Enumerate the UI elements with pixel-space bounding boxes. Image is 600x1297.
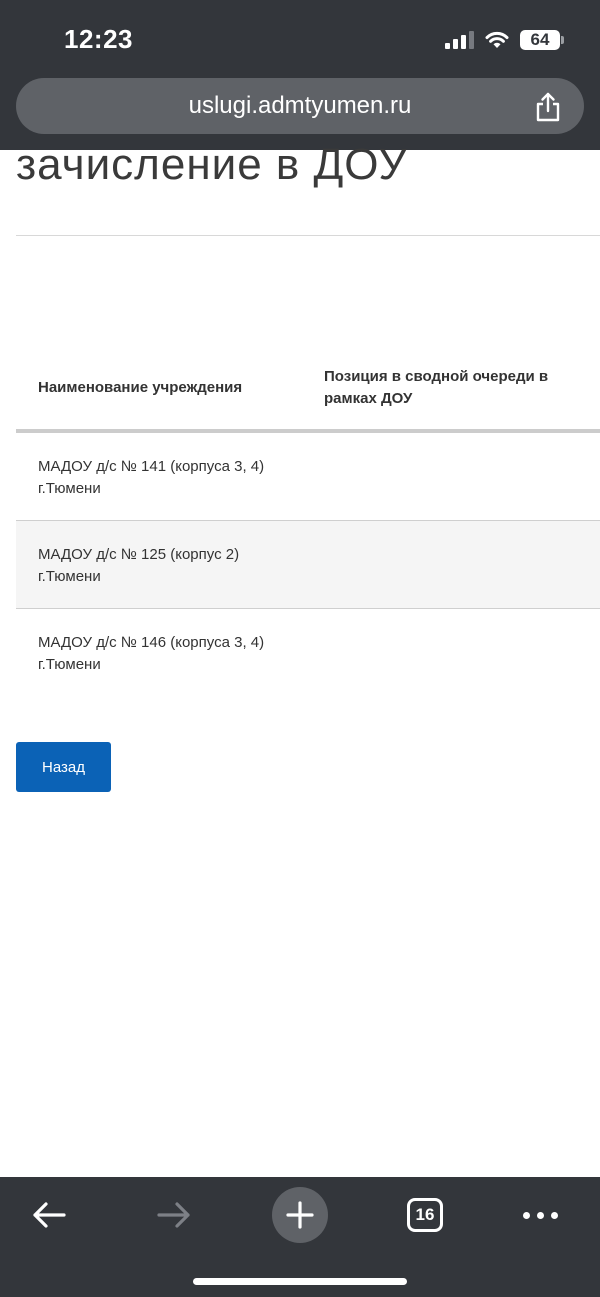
share-icon[interactable]: [534, 92, 562, 122]
signal-icon: [445, 31, 474, 49]
more-dots-icon: [522, 1211, 558, 1219]
new-tab-button[interactable]: [272, 1187, 328, 1243]
back-button[interactable]: Назад: [16, 742, 111, 792]
header-institution: Наименование учреждения: [38, 379, 243, 396]
url-text[interactable]: uslugi.admtyumen.ru: [16, 78, 584, 134]
more-menu-button[interactable]: [512, 1187, 568, 1243]
back-nav-button[interactable]: [21, 1187, 77, 1243]
browser-top-bar: 12:23 64 uslugi.admtyumen.ru: [0, 0, 600, 150]
table-row: МАДОУ д/с № 146 (корпуса 3, 4) г.Тюмени: [16, 609, 600, 697]
tab-count-icon: 16: [407, 1198, 443, 1232]
institution-name: МАДОУ д/с № 146 (корпуса 3, 4) г.Тюмени: [38, 634, 265, 673]
header-queue-position: Позиция в сводной очереди в рамках ДОУ: [324, 368, 549, 407]
plus-icon: [286, 1201, 314, 1229]
status-time: 12:23: [64, 24, 133, 54]
browser-bottom-toolbar: 16: [0, 1177, 600, 1297]
forward-nav-button[interactable]: [146, 1187, 202, 1243]
table-row: МАДОУ д/с № 125 (корпус 2) г.Тюмени: [16, 521, 600, 609]
wifi-icon: [485, 31, 509, 48]
arrow-right-icon: [157, 1202, 190, 1228]
institution-name: МАДОУ д/с № 141 (корпуса 3, 4) г.Тюмени: [38, 458, 265, 497]
queue-table: Наименование учреждения Позиция в сводно…: [16, 345, 600, 697]
table-header: Наименование учреждения Позиция в сводно…: [16, 345, 600, 433]
table-row: МАДОУ д/с № 141 (корпуса 3, 4) г.Тюмени: [16, 433, 600, 521]
arrow-left-icon: [33, 1202, 66, 1228]
status-icons: 64: [445, 26, 564, 54]
home-indicator: [193, 1278, 407, 1285]
institution-name: МАДОУ д/с № 125 (корпус 2) г.Тюмени: [38, 546, 240, 585]
page-title: зачисление в ДОУ: [16, 140, 408, 189]
heading-divider: [16, 235, 600, 236]
battery-icon: 64: [520, 30, 564, 50]
tabs-button[interactable]: 16: [397, 1187, 453, 1243]
address-bar[interactable]: uslugi.admtyumen.ru: [16, 78, 584, 134]
